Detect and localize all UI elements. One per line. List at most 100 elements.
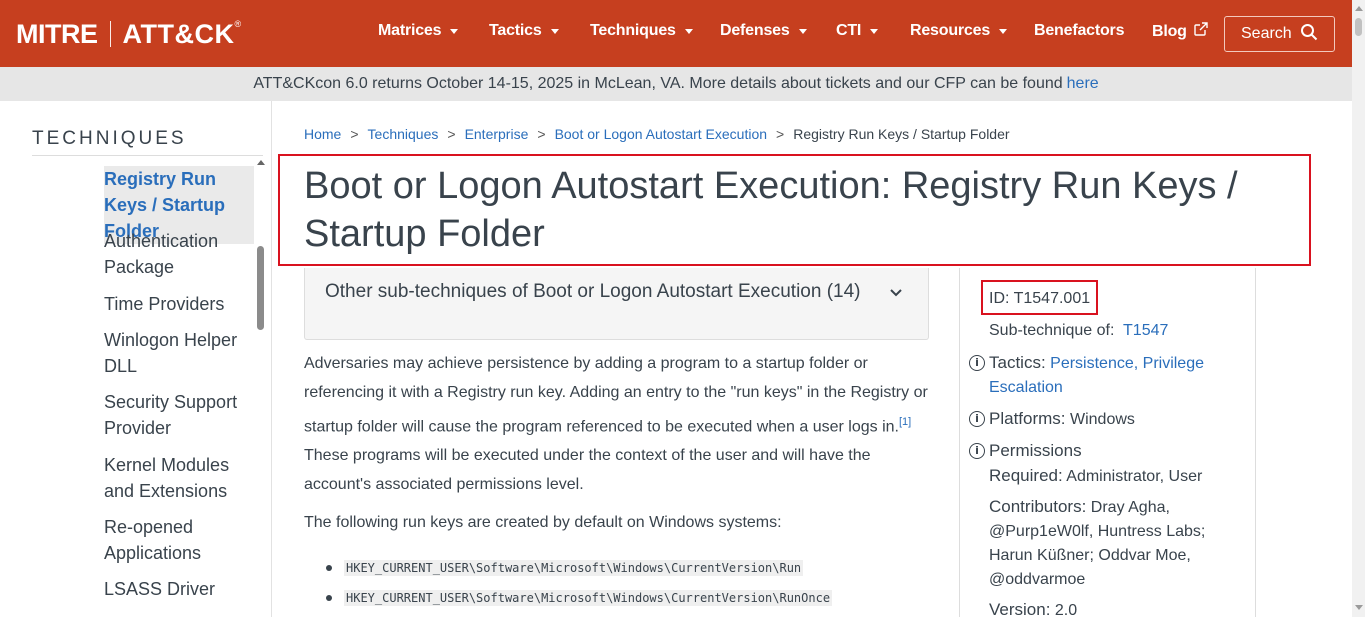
announcement-banner: ATT&CKcon 6.0 returns October 14-15, 202…: [0, 67, 1352, 101]
card-subtechnique-row: Sub-technique of: T1547: [989, 319, 1168, 343]
card-tactics-label: Tactics:: [989, 353, 1046, 372]
banner-text: ATT&CKcon 6.0 returns October 14-15, 202…: [253, 75, 1063, 92]
chevron-down-icon[interactable]: [889, 285, 903, 303]
sidebar-divider: [271, 101, 272, 617]
card-id-row: ID: T1547.001: [989, 287, 1090, 311]
card-subtechnique-label: Sub-technique of:: [989, 322, 1115, 339]
card-contributors-line-4: @oddvarmoe: [989, 571, 1086, 588]
card-contributors-row: Contributors: Dray Agha, @Purp1eW0lf, Hu…: [989, 495, 1239, 592]
search-button-label: Search: [1241, 25, 1292, 42]
breadcrumb-separator: >: [350, 126, 359, 142]
description-paragraph-1: Adversaries may achieve persistence by a…: [304, 350, 929, 499]
sidebar-item-reopened-applications[interactable]: Re-opened Applications: [104, 514, 254, 566]
card-tactics-row: Tactics: Persistence, Privilege Escalatio…: [989, 351, 1229, 400]
mitre-attck-logo[interactable]: MITRE ATT&CK ®: [16, 18, 241, 50]
other-subtechniques-accordion[interactable]: Other sub-techniques of Boot or Logon Au…: [304, 268, 929, 340]
bullet-dot: [326, 565, 332, 571]
tactic-escalation-text: Escalation: [989, 379, 1063, 396]
card-permissions-row: Permissions Required: Administrator, Use…: [989, 439, 1202, 489]
nav-benefactors[interactable]: Benefactors: [1034, 22, 1124, 40]
caret-down-icon: [798, 28, 807, 34]
nav-resources-label: Resources: [910, 22, 991, 39]
breadcrumb-enterprise[interactable]: Enterprise: [465, 126, 529, 142]
nav-defenses[interactable]: Defenses: [720, 22, 807, 40]
sidebar-item-authentication-package[interactable]: Authentication Package: [104, 228, 254, 280]
description-text-tail: These programs will be executed under th…: [304, 446, 871, 493]
card-version-value: 2.0: [1054, 602, 1078, 617]
description-text: Adversaries may achieve persistence by a…: [304, 355, 928, 435]
sidebar-item-kernel-modules[interactable]: Kernel Modules and Extensions: [104, 452, 254, 504]
caret-down-icon: [870, 28, 879, 34]
search-icon: [1300, 23, 1318, 46]
description-paragraph-2: The following run keys are created by de…: [304, 514, 782, 531]
list-item: HKEY_CURRENT_USER\Software\Microsoft\Win…: [304, 586, 929, 616]
nav-tactics-label: Tactics: [489, 22, 542, 39]
breadcrumb-boot-logon[interactable]: Boot or Logon Autostart Execution: [555, 126, 767, 142]
window-scrollbar-thumb[interactable]: [1355, 18, 1362, 36]
card-subtechnique-link[interactable]: T1547: [1123, 322, 1168, 339]
banner-here-link[interactable]: here: [1067, 75, 1099, 93]
top-navbar: MITRE ATT&CK ® Matrices Tactics Techniqu…: [0, 0, 1352, 67]
card-platforms-row: Platforms: Windows: [989, 407, 1135, 432]
breadcrumb-home[interactable]: Home: [304, 126, 341, 142]
info-icon[interactable]: i: [969, 411, 985, 427]
brand-registered-mark: ®: [234, 19, 242, 29]
page-title: Boot or Logon Autostart Execution: Regis…: [304, 165, 1238, 255]
card-version-label: Version:: [989, 600, 1051, 617]
window-scrollbar[interactable]: [1352, 0, 1365, 617]
sidebar-scrollbar[interactable]: [256, 160, 265, 617]
nav-techniques-label: Techniques: [590, 22, 676, 39]
bullet-dot: [326, 595, 332, 601]
brand-separator: [109, 21, 111, 47]
sidebar-item-security-support-provider[interactable]: Security Support Provider: [104, 389, 254, 441]
info-icon[interactable]: i: [969, 443, 985, 459]
nav-blog-label: Blog: [1152, 22, 1187, 40]
external-link-icon: [1194, 22, 1208, 41]
caret-down-icon: [450, 28, 459, 34]
tactic-privilege-text: Privilege: [1142, 355, 1204, 372]
scroll-up-arrow-icon[interactable]: [1355, 6, 1363, 11]
card-permissions-value: Administrator, User: [1066, 468, 1203, 485]
nav-tactics[interactable]: Tactics: [489, 22, 559, 40]
breadcrumb: Home > Techniques > Enterprise > Boot or…: [304, 126, 1010, 142]
card-contributors-line-3: Harun Küßner; Oddvar Moe,: [989, 547, 1191, 564]
card-permissions-label: Permissions: [989, 441, 1082, 460]
citation-ref[interactable]: [1]: [899, 416, 911, 428]
nav-benefactors-label: Benefactors: [1034, 22, 1125, 39]
list-item: HKEY_CURRENT_USER\Software\Microsoft\Win…: [304, 556, 929, 586]
card-permissions-label-2: Required:: [989, 466, 1063, 485]
breadcrumb-current: Registry Run Keys / Startup Folder: [793, 126, 1010, 142]
sidebar-item-lsass-driver[interactable]: LSASS Driver: [104, 576, 254, 602]
brand-attck: ATT&CK: [122, 18, 235, 49]
sidebar-scrollbar-thumb[interactable]: [257, 246, 264, 330]
tactic-persistence-link[interactable]: Persistence,: [1050, 355, 1138, 372]
breadcrumb-techniques[interactable]: Techniques: [368, 126, 439, 142]
nav-defenses-label: Defenses: [720, 22, 790, 39]
nav-cti[interactable]: CTI: [836, 22, 879, 40]
nav-matrices[interactable]: Matrices: [378, 22, 459, 40]
sidebar-item-time-providers[interactable]: Time Providers: [104, 291, 254, 317]
brand-mitre: MITRE: [16, 18, 98, 49]
sidebar-title: TECHNIQUES: [32, 128, 187, 149]
caret-down-icon: [550, 28, 559, 34]
card-contributors-line-1: Dray Agha,: [1090, 499, 1170, 516]
caret-down-icon: [684, 28, 693, 34]
nav-resources[interactable]: Resources: [910, 22, 1008, 40]
breadcrumb-separator: >: [447, 126, 456, 142]
breadcrumb-separator: >: [776, 126, 785, 142]
nav-techniques[interactable]: Techniques: [590, 22, 693, 40]
scroll-down-arrow-icon[interactable]: [1355, 605, 1363, 610]
nav-blog[interactable]: Blog: [1152, 22, 1208, 41]
caret-down-icon: [999, 28, 1008, 34]
card-platforms-value: Windows: [1069, 411, 1135, 428]
info-icon[interactable]: i: [969, 355, 985, 371]
card-id-label: ID:: [989, 290, 1010, 307]
search-button[interactable]: Search: [1224, 16, 1335, 52]
run-key-code: HKEY_CURRENT_USER\Software\Microsoft\Win…: [344, 590, 833, 606]
accordion-label: Other sub-techniques of Boot or Logon Au…: [325, 281, 861, 302]
sidebar-item-winlogon-helper-dll[interactable]: Winlogon Helper DLL: [104, 327, 254, 379]
card-version-row: Version: 2.0: [989, 598, 1077, 617]
run-keys-list: HKEY_CURRENT_USER\Software\Microsoft\Win…: [304, 556, 929, 616]
sidebar-scroll-up-icon[interactable]: [257, 160, 265, 165]
sidebar-rule: [32, 155, 263, 156]
